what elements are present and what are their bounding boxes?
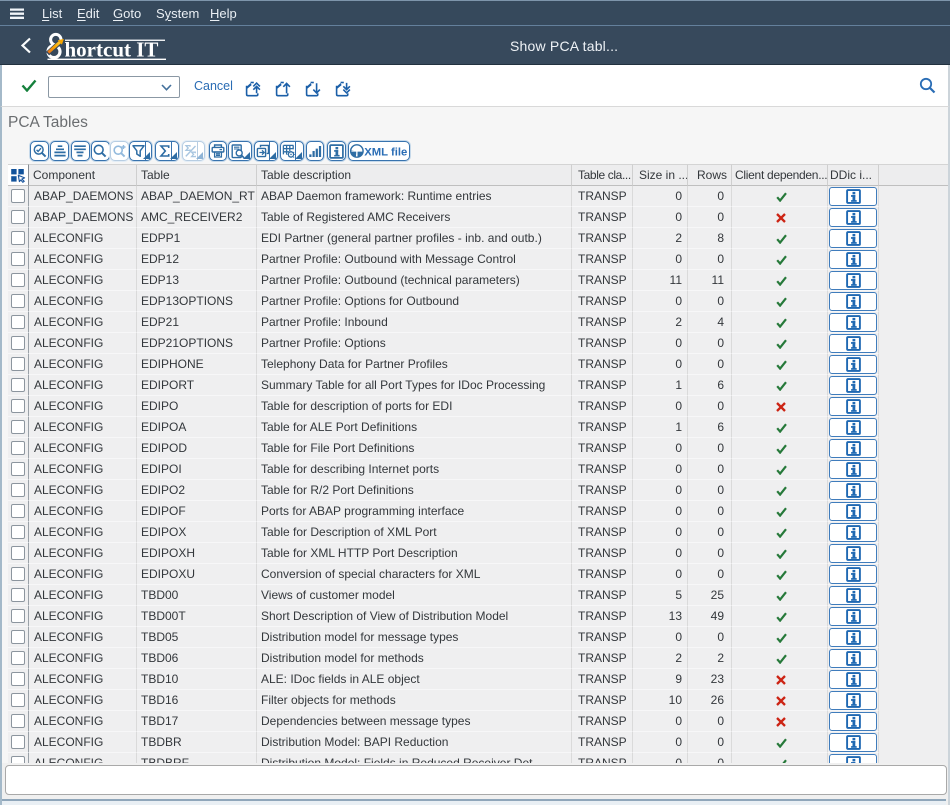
- svg-text:hortcut IT: hortcut IT: [65, 38, 159, 62]
- svg-text:XML file: XML file: [364, 146, 407, 158]
